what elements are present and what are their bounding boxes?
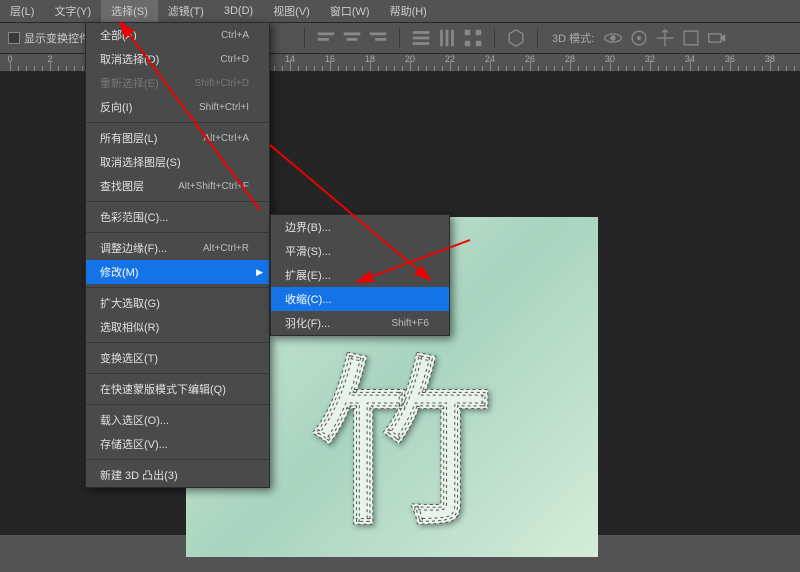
menu-similar[interactable]: 选取相似(R): [86, 315, 269, 339]
menu-deselect-layers[interactable]: 取消选择图层(S): [86, 150, 269, 174]
submenu-border[interactable]: 边界(B)...: [271, 215, 449, 239]
submenu-contract[interactable]: 收缩(C)...: [271, 287, 449, 311]
submenu-expand[interactable]: 扩展(E)...: [271, 263, 449, 287]
distribute-icon-1[interactable]: [410, 27, 432, 49]
menu-modify[interactable]: 修改(M)▶: [86, 260, 269, 284]
menu-help[interactable]: 帮助(H): [380, 0, 437, 22]
menu-reselect: 重新选择(E)Shift+Ctrl+D: [86, 71, 269, 95]
menu-layer[interactable]: 层(L): [0, 0, 44, 22]
distribute-icon-3[interactable]: [462, 27, 484, 49]
3d-mode-label: 3D 模式:: [552, 30, 594, 46]
menubar: 层(L) 文字(Y) 选择(S) 滤镜(T) 3D(D) 视图(V) 窗口(W)…: [0, 0, 800, 22]
menu-view[interactable]: 视图(V): [263, 0, 320, 22]
menu-3d[interactable]: 3D(D): [214, 2, 263, 20]
align-icon-3[interactable]: [367, 27, 389, 49]
menu-filter[interactable]: 滤镜(T): [158, 0, 214, 22]
menu-transform-selection[interactable]: 变换选区(T): [86, 346, 269, 370]
3d-pan-icon[interactable]: [628, 27, 650, 49]
menu-load-selection[interactable]: 载入选区(O)...: [86, 408, 269, 432]
show-transform-label: 显示变换控件: [24, 30, 90, 46]
menu-grow[interactable]: 扩大选取(G): [86, 291, 269, 315]
show-transform-checkbox[interactable]: [8, 32, 20, 44]
align-icon-2[interactable]: [341, 27, 363, 49]
submenu-smooth[interactable]: 平滑(S)...: [271, 239, 449, 263]
submenu-feather[interactable]: 羽化(F)...Shift+F6: [271, 311, 449, 335]
3d-move-icon[interactable]: [654, 27, 676, 49]
menu-type[interactable]: 文字(Y): [44, 0, 101, 22]
select-dropdown-menu: 全部(A)Ctrl+A 取消选择(D)Ctrl+D 重新选择(E)Shift+C…: [85, 22, 270, 488]
menu-find-layers[interactable]: 查找图层Alt+Shift+Ctrl+F: [86, 174, 269, 198]
distribute-icon-2[interactable]: [436, 27, 458, 49]
bamboo-character: 竹: [302, 352, 502, 572]
3d-scale-icon[interactable]: [680, 27, 702, 49]
svg-text:竹: 竹: [312, 352, 492, 546]
menu-refine-edge[interactable]: 调整边缘(F)...Alt+Ctrl+R: [86, 236, 269, 260]
menu-window[interactable]: 窗口(W): [320, 0, 380, 22]
modify-submenu: 边界(B)... 平滑(S)... 扩展(E)... 收缩(C)... 羽化(F…: [270, 214, 450, 336]
3d-icon[interactable]: [505, 27, 527, 49]
3d-camera-icon[interactable]: [706, 27, 728, 49]
menu-quick-mask[interactable]: 在快速蒙版模式下编辑(Q): [86, 377, 269, 401]
menu-all-layers[interactable]: 所有图层(L)Alt+Ctrl+A: [86, 126, 269, 150]
menu-select[interactable]: 选择(S): [101, 0, 158, 22]
align-icon-1[interactable]: [315, 27, 337, 49]
menu-select-all[interactable]: 全部(A)Ctrl+A: [86, 23, 269, 47]
menu-new-3d-extrusion[interactable]: 新建 3D 凸出(3): [86, 463, 269, 487]
menu-color-range[interactable]: 色彩范围(C)...: [86, 205, 269, 229]
menu-save-selection[interactable]: 存储选区(V)...: [86, 432, 269, 456]
menu-deselect[interactable]: 取消选择(D)Ctrl+D: [86, 47, 269, 71]
3d-orbit-icon[interactable]: [602, 27, 624, 49]
menu-inverse[interactable]: 反向(I)Shift+Ctrl+I: [86, 95, 269, 119]
